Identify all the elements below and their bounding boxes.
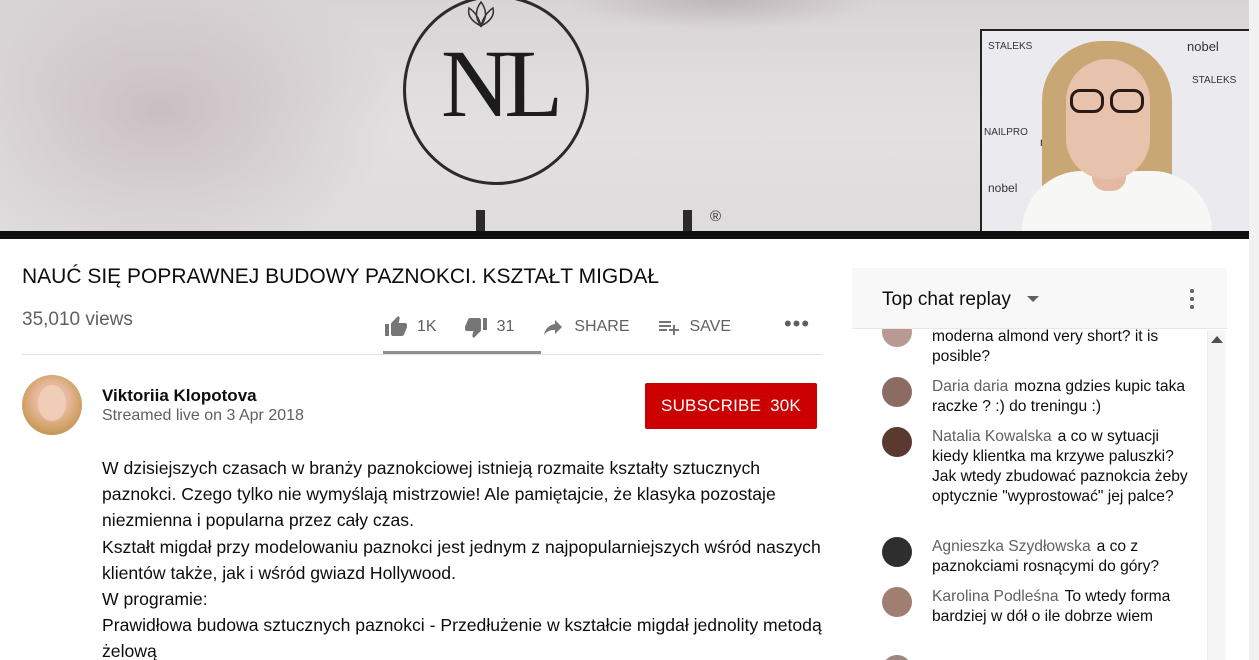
stream-date: Streamed live on 3 Apr 2018 bbox=[102, 407, 304, 424]
chat-avatar[interactable] bbox=[882, 427, 912, 457]
chat-message-text: moderna almond very short? it is posible… bbox=[932, 329, 1192, 367]
glasses-left bbox=[1070, 89, 1104, 113]
more-icon[interactable]: ••• bbox=[781, 310, 813, 338]
chat-avatar[interactable] bbox=[882, 537, 912, 567]
live-chat-panel: Top chat replay moderna almond very shor… bbox=[852, 268, 1227, 660]
chat-mode-dropdown[interactable]: Top chat replay bbox=[882, 289, 1011, 311]
webcam-brand-3: NAILPRO bbox=[984, 127, 1028, 138]
logo-bar-right bbox=[683, 210, 692, 233]
chat-author[interactable]: Karolina Podleśna bbox=[932, 588, 1059, 605]
chat-message-text: Natalia Kowalska a co w sytuacji kiedy kl… bbox=[932, 427, 1192, 507]
save-label: SAVE bbox=[689, 318, 732, 335]
video-blur-left bbox=[0, 0, 400, 233]
share-button[interactable]: SHARE bbox=[540, 306, 630, 348]
chat-author[interactable]: Agnieszka Szydłowska bbox=[932, 538, 1091, 555]
like-count: 1K bbox=[417, 318, 437, 335]
save-button[interactable]: SAVE bbox=[656, 306, 732, 348]
chat-menu-icon[interactable] bbox=[1185, 287, 1199, 311]
description-line: paznokci. Czego tylko nie wymyślają mist… bbox=[102, 484, 776, 505]
webcam-brand-2b: STALEKS bbox=[1192, 75, 1237, 86]
scroll-up-arrow-icon[interactable] bbox=[1211, 336, 1223, 343]
dislike-count: 31 bbox=[496, 318, 515, 335]
caret-down-icon[interactable] bbox=[1027, 296, 1039, 302]
share-label: SHARE bbox=[574, 318, 630, 335]
chat-author[interactable]: Natalia Kowalska bbox=[932, 428, 1052, 445]
logo-bar-left bbox=[476, 210, 485, 233]
info-divider bbox=[22, 354, 822, 355]
webcam-brand-1: nobel bbox=[1187, 39, 1219, 54]
chat-author[interactable]: Daria daria bbox=[932, 378, 1008, 395]
chat-avatar[interactable] bbox=[882, 377, 912, 407]
video-player[interactable]: NL ® STALEKS nobel STALEKS NAILPRO nobel… bbox=[0, 0, 1249, 233]
chat-avatar[interactable] bbox=[882, 329, 912, 347]
chat-message-text: Daria daria mozna gdzies kupic taka raczk… bbox=[932, 377, 1192, 417]
chat-messages[interactable]: moderna almond very short? it is posible… bbox=[852, 329, 1227, 660]
video-description: W dzisiejszych czasach w branży paznokci… bbox=[102, 455, 827, 660]
chat-avatar[interactable] bbox=[882, 655, 912, 660]
description-line: W dzisiejszych czasach w branży paznokci… bbox=[102, 458, 761, 478]
thumbs-down-icon bbox=[464, 318, 487, 338]
webcam-inset: STALEKS nobel STALEKS NAILPRO nobel nobe… bbox=[980, 29, 1249, 233]
like-button[interactable]: 1K bbox=[383, 306, 437, 348]
page-scrollbar[interactable] bbox=[1249, 0, 1259, 660]
subscriber-count: 30K bbox=[770, 396, 801, 415]
description-line: klientów także, jak i wśród gwiazd Holly… bbox=[102, 562, 456, 583]
webcam-brand-2: STALEKS bbox=[988, 41, 1033, 52]
view-count: 35,010 views bbox=[22, 309, 133, 330]
webcam-brand-1c: nobel bbox=[988, 181, 1018, 195]
subscribe-label: SUBSCRIBE bbox=[661, 396, 762, 415]
chat-message-text: Karolina Podleśna To wtedy forma bardziej… bbox=[932, 587, 1192, 627]
description-line: żelową bbox=[102, 641, 157, 660]
thumbs-up-icon bbox=[385, 316, 407, 336]
presenter-face bbox=[1066, 59, 1150, 179]
video-title: NAUĆ SIĘ POPRAWNEJ BUDOWY PAZNOKCI. KSZT… bbox=[22, 265, 660, 288]
dislike-button[interactable]: 31 bbox=[463, 306, 515, 348]
logo-letters: NL bbox=[441, 30, 563, 137]
description-line: W programie: bbox=[102, 589, 208, 610]
channel-name[interactable]: Viktoriia Klopotova bbox=[102, 386, 257, 406]
description-line: niezmienna i popularna przez cały czas. bbox=[102, 510, 414, 531]
chat-text: moderna almond very short? it is posible… bbox=[932, 329, 1159, 365]
subscribe-button[interactable]: SUBSCRIBE 30K bbox=[645, 383, 817, 429]
flower-logo-icon bbox=[467, 0, 495, 28]
share-icon bbox=[544, 320, 563, 335]
description-line: Kształt migdał przy modelowaniu paznokci… bbox=[102, 536, 821, 557]
description-line: Prawidłowa budowa sztucznych paznokci - … bbox=[102, 615, 822, 636]
channel-avatar[interactable] bbox=[22, 375, 82, 435]
chat-scrollbar[interactable] bbox=[1207, 330, 1225, 660]
chat-message-text: Agnieszka Szydłowska a co z paznokciami r… bbox=[932, 537, 1192, 577]
video-blur-top bbox=[560, 0, 880, 30]
chat-header: Top chat replay bbox=[852, 268, 1227, 329]
avatar-face bbox=[38, 385, 66, 421]
video-actions: 1K 31 SHARE SAVE bbox=[383, 300, 757, 354]
glasses-right bbox=[1110, 89, 1144, 113]
registered-mark: ® bbox=[710, 208, 722, 225]
save-playlist-icon bbox=[658, 321, 679, 335]
video-progress-area bbox=[0, 231, 1249, 239]
chat-avatar[interactable] bbox=[882, 587, 912, 617]
